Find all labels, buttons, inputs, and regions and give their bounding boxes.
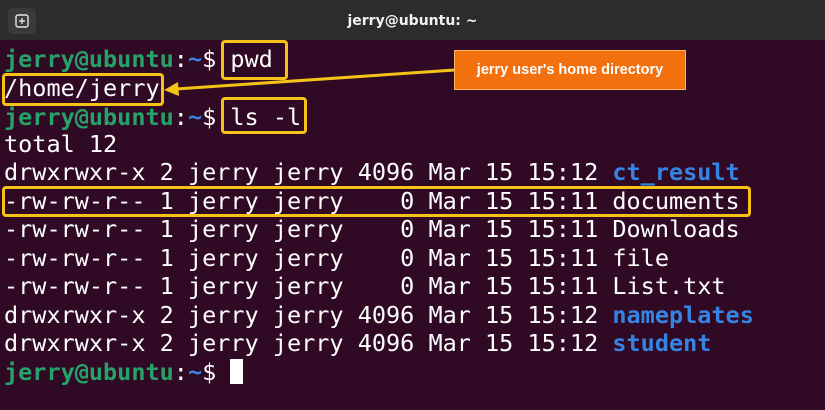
callout-arrow-icon <box>164 68 456 96</box>
annotation-callout: jerry user's home directory <box>454 50 686 90</box>
terminal-window: jerry@ubuntu: ~ jerry@ubuntu:~$ pwd /hom… <box>0 0 825 410</box>
